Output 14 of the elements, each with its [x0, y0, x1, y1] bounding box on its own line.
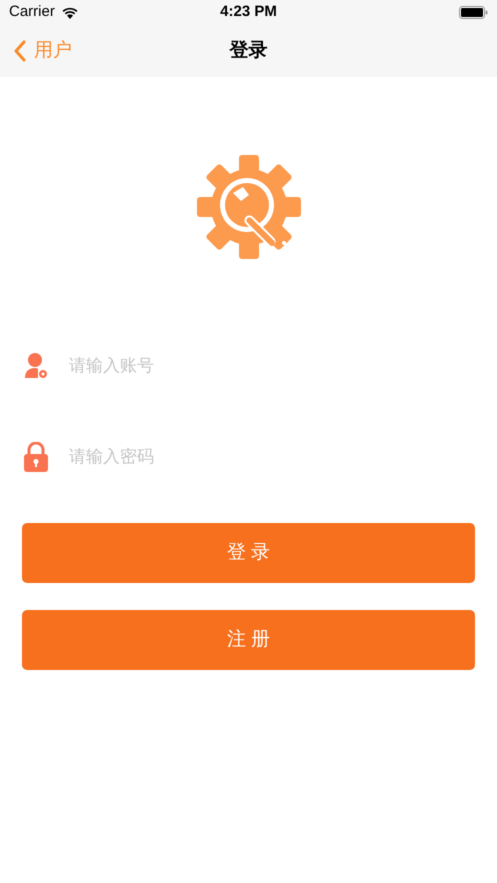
user-gear-icon	[24, 352, 48, 378]
carrier-label: Carrier	[9, 2, 55, 22]
nav-title: 登录	[230, 38, 268, 63]
status-time: 4:23 PM	[220, 2, 277, 22]
battery-icon	[458, 6, 488, 19]
login-button[interactable]: 登 录	[22, 523, 475, 583]
register-button[interactable]: 注 册	[22, 610, 475, 670]
padlock-icon	[24, 442, 48, 472]
password-field[interactable]: 请输入密码	[69, 440, 473, 473]
gear-wrench-icon	[196, 155, 300, 259]
account-field[interactable]: 请输入账号	[69, 349, 473, 382]
back-button[interactable]: 用户	[14, 37, 72, 66]
wifi-icon	[60, 6, 79, 19]
chevron-left-icon	[14, 40, 26, 62]
